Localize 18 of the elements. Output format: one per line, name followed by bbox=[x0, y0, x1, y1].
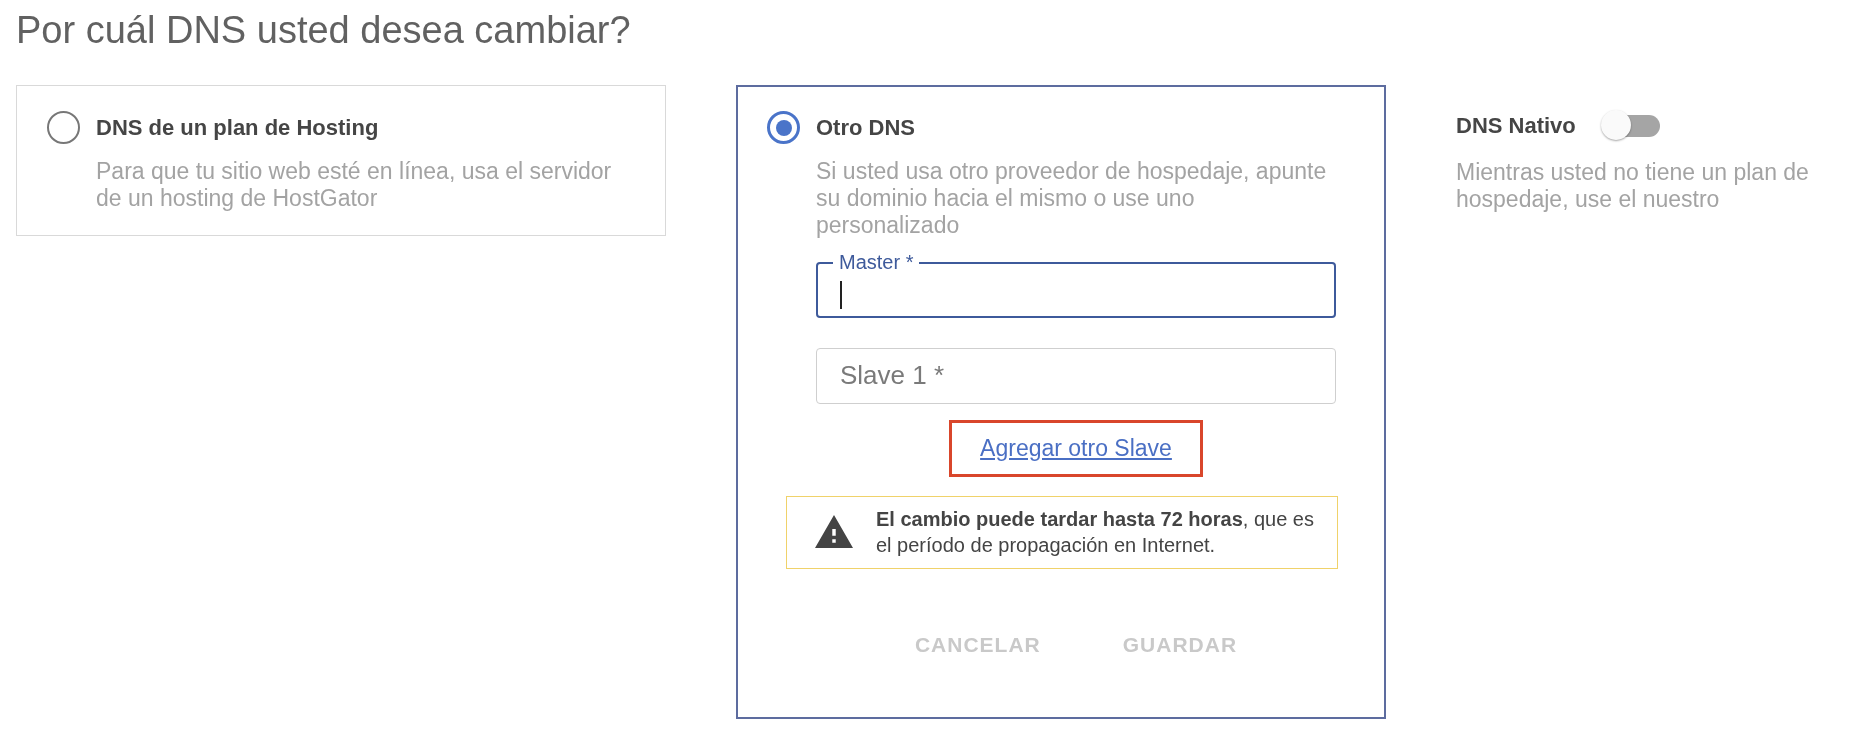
toggle-switch[interactable] bbox=[1599, 109, 1660, 142]
notice-text: El cambio puede tardar hasta 72 horas, que es el período de propagación en Internet. bbox=[876, 506, 1315, 558]
option-card[interactable]: DNS de un plan de Hosting Para que tu sitio web esté en línea, usa el servidor de un hosting de HostGator bbox=[16, 84, 666, 236]
option-title: DNS de un plan de Hosting bbox=[96, 114, 379, 141]
option-description: Si usted usa otro proveedor de hospedaje, apunte su dominio hacia el mismo o use uno personalizado bbox=[816, 157, 1328, 239]
input-field[interactable]: Master * bbox=[816, 251, 1336, 318]
cursor-icon bbox=[840, 280, 842, 309]
add-slave-link[interactable]: Agregar otro Slave bbox=[980, 434, 1172, 461]
input-field[interactable]: Slave 1 * bbox=[816, 347, 1336, 404]
radio-button[interactable] bbox=[767, 111, 800, 145]
option-title: DNS Nativo bbox=[1456, 112, 1576, 139]
option-title: Otro DNS bbox=[816, 114, 915, 141]
option-card[interactable] bbox=[736, 84, 1386, 719]
option-description: Mientras usted no tiene un plan de hospedaje, use el nuestro bbox=[1456, 158, 1810, 213]
page-heading: Por cuál DNS usted desea cambiar? bbox=[16, 9, 632, 53]
option-description: Para que tu sitio web esté en línea, usa el servidor de un hosting de HostGator bbox=[96, 157, 613, 212]
warning-icon bbox=[815, 515, 853, 549]
radio-button[interactable] bbox=[47, 111, 80, 145]
